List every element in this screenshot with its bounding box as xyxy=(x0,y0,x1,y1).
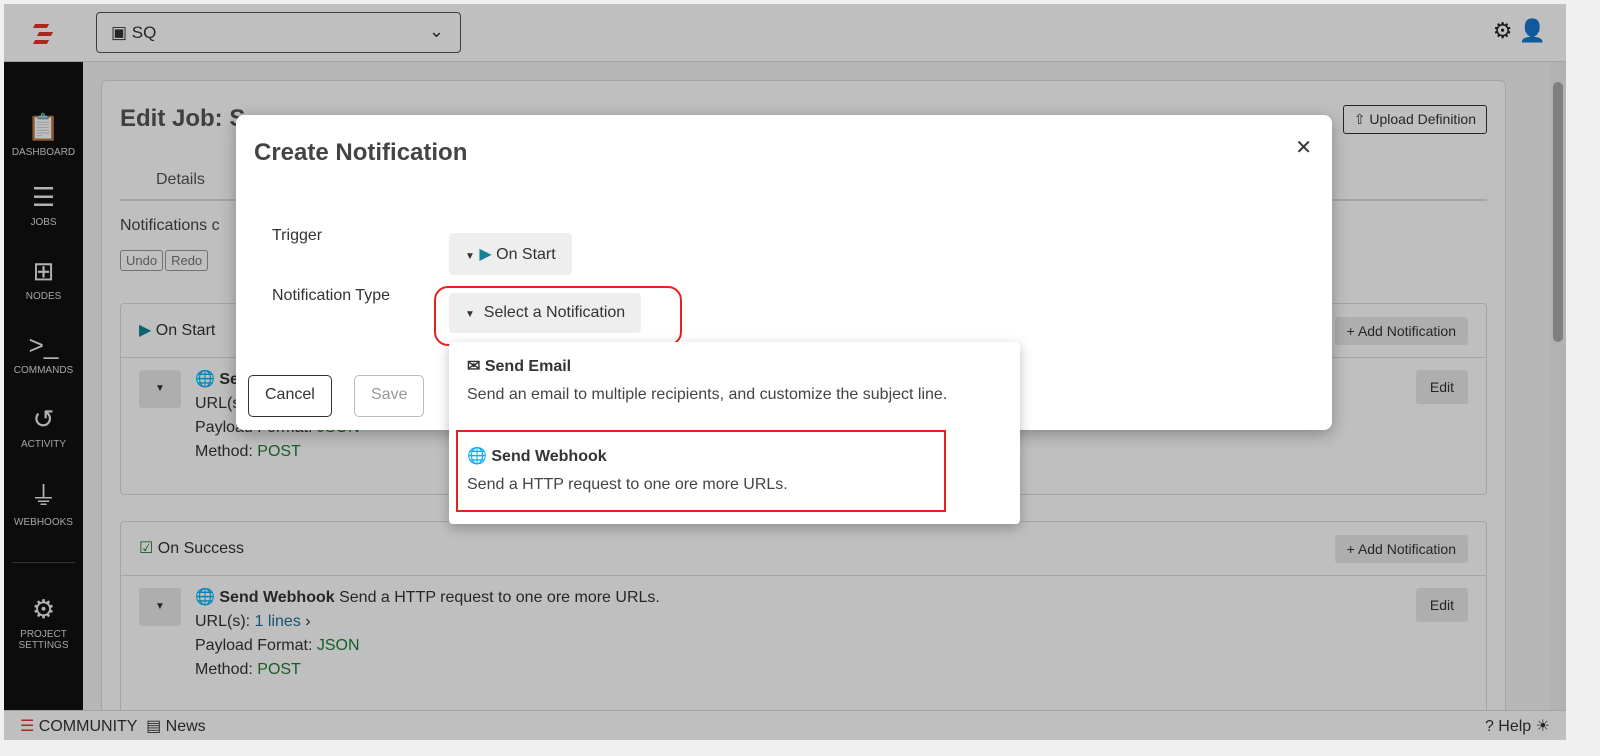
notification-type-label: Notification Type xyxy=(272,287,390,304)
cancel-button[interactable]: Cancel xyxy=(248,375,332,417)
trigger-select[interactable]: ▼ ▶ On Start xyxy=(449,233,572,275)
highlight-annotation xyxy=(456,430,946,512)
value: On Start xyxy=(496,246,556,263)
highlight-annotation xyxy=(434,286,682,346)
trigger-label: Trigger xyxy=(272,227,323,244)
save-button[interactable]: Save xyxy=(354,375,425,417)
desc: Send an email to multiple recipients, an… xyxy=(467,386,948,403)
option-send-email[interactable]: ✉ Send Email Send an email to multiple re… xyxy=(467,356,947,404)
play-icon: ▶ xyxy=(479,246,492,263)
title: Send Email xyxy=(484,358,572,375)
notification-type-dropdown: ✉ Send Email Send an email to multiple re… xyxy=(449,342,1020,524)
modal-title: Create Notification xyxy=(254,139,468,166)
close-icon[interactable]: ✕ xyxy=(1295,135,1312,160)
envelope-icon: ✉ xyxy=(467,358,481,375)
app-window: ▣ SQ ⌄ ⚙ 👤 📋 DASHBOARD ☰ JOBS ⊞ NODES >_ COMM… xyxy=(4,4,1566,740)
caret-down-icon: ▼ xyxy=(465,251,475,262)
